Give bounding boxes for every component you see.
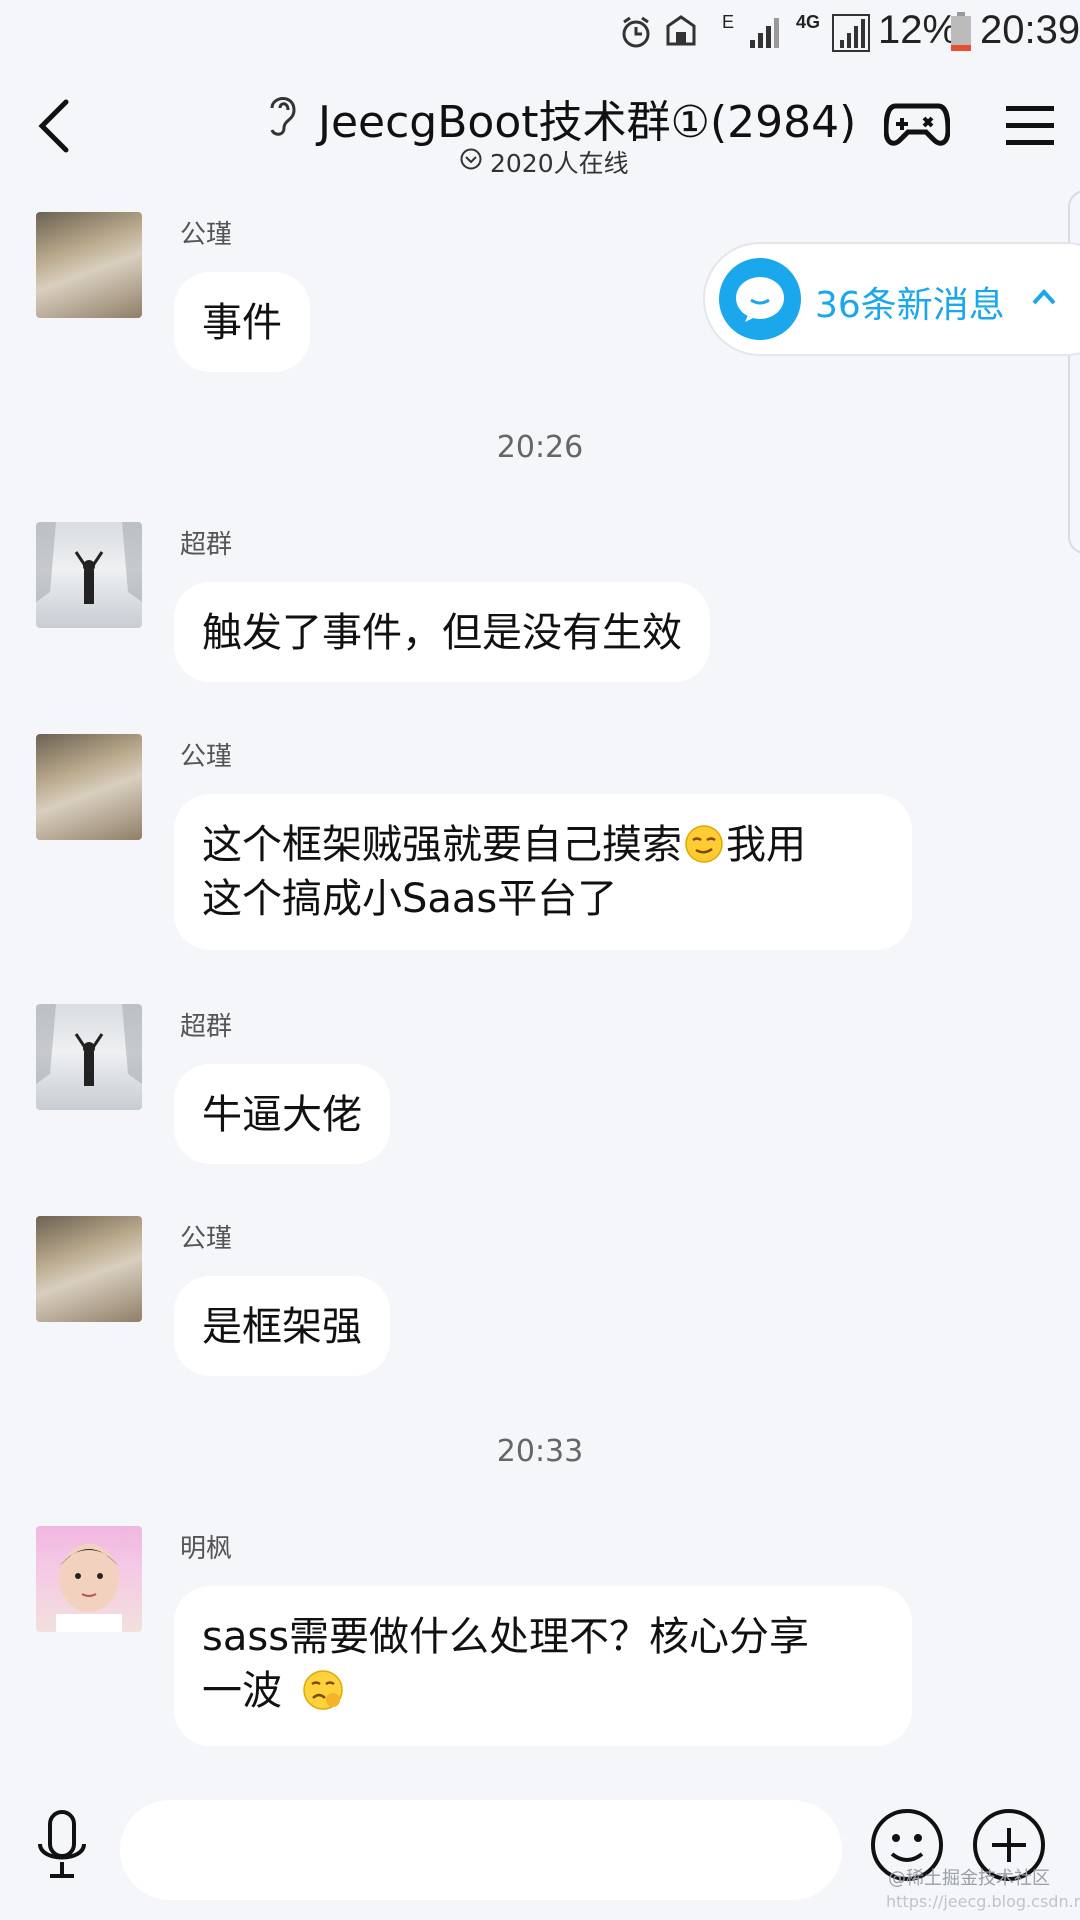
message-bubble[interactable]: 牛逼大佬 (174, 1064, 390, 1164)
avatar[interactable] (36, 734, 142, 840)
avatar[interactable] (36, 1216, 142, 1322)
ear-icon[interactable] (264, 90, 300, 138)
avatar[interactable] (36, 212, 142, 318)
message-bubble[interactable]: 事件 (174, 272, 310, 372)
message-text-line: sass需要做什么处理不？核心分享 (202, 1614, 810, 1660)
signal-icon-2 (832, 14, 870, 52)
avatar[interactable] (36, 1526, 142, 1632)
message-input[interactable] (120, 1800, 842, 1900)
message-bubble[interactable]: 是框架强 (174, 1276, 390, 1376)
clock: 20:39 (980, 8, 1080, 52)
sender-name: 公瑾 (180, 742, 233, 772)
chat-header: JeecgBoot技术群①(2984) 2020人在线 (0, 66, 1080, 186)
online-count[interactable]: 2020人在线 (490, 144, 629, 180)
chevron-up-icon (1032, 289, 1056, 305)
sender-name: 公瑾 (180, 1224, 233, 1254)
chat-bubble-icon (719, 258, 801, 340)
new-messages-label: 36条新消息 (815, 285, 1005, 326)
group-title[interactable]: JeecgBoot技术群①(2984) (318, 86, 856, 150)
watermark-text: @稀土掘金技术社区 (888, 1868, 1050, 1889)
message-text-line: 这个搞成小Saas平台了 (202, 876, 618, 922)
watermark-url: https://jeecg.blog.csdn.net (886, 1892, 1080, 1911)
chevron-circle-icon (460, 148, 482, 170)
new-messages-pill[interactable]: 36条新消息 (703, 242, 1080, 356)
thinking-emoji-icon (301, 1668, 345, 1712)
notification-icon (666, 15, 696, 46)
message-bubble[interactable]: sass需要做什么处理不？核心分享 一波 (174, 1586, 912, 1746)
timestamp: 20:33 (496, 1434, 584, 1469)
message-bubble[interactable]: 触发了事件，但是没有生效 (174, 582, 710, 682)
network-e-label: E (722, 12, 735, 32)
message-text-line: 我用 (726, 822, 806, 868)
status-bar: E 4G 12% 20:39 (0, 0, 1080, 66)
microphone-icon[interactable] (34, 1810, 90, 1890)
game-controller-icon[interactable] (884, 96, 950, 152)
message-text-line: 一波 (202, 1668, 282, 1714)
sender-name: 超群 (180, 1012, 233, 1042)
message-text-line: 这个框架贼强就要自己摸索 (202, 822, 682, 868)
menu-icon[interactable] (1006, 104, 1054, 148)
battery-percent: 12% (878, 8, 959, 52)
sender-name: 明枫 (180, 1534, 233, 1564)
alarm-icon (622, 16, 650, 48)
avatar[interactable] (36, 522, 142, 628)
sender-name: 公瑾 (180, 220, 233, 250)
timestamp: 20:26 (496, 430, 584, 465)
network-4g-label: 4G (796, 12, 821, 32)
back-arrow-icon[interactable] (34, 96, 74, 156)
sender-name: 超群 (180, 530, 233, 560)
battery-icon (951, 12, 971, 51)
signal-icon (750, 18, 779, 48)
avatar[interactable] (36, 1004, 142, 1110)
smirk-emoji-icon (684, 824, 724, 864)
message-bubble[interactable]: 这个框架贼强就要自己摸索 我用 这个搞成小Saas平台了 (174, 794, 912, 950)
